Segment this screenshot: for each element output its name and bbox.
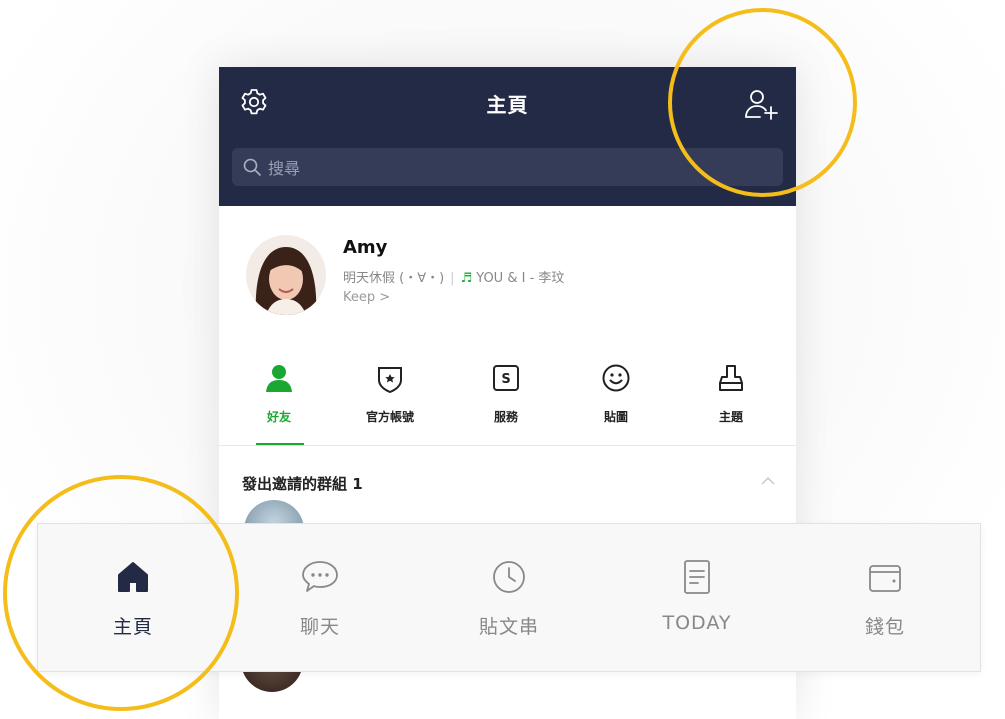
service-icon: S: [493, 365, 519, 391]
highlight-circle-add-friend: [668, 8, 857, 197]
friend-icon: [266, 365, 292, 392]
tab-services[interactable]: S 服務: [461, 359, 551, 445]
category-tabs: 好友 官方帳號 S 服務 貼圖 主題: [219, 359, 796, 446]
today-icon: [684, 560, 710, 594]
highlight-circle-home: [3, 475, 239, 711]
tab-stickers[interactable]: 貼圖: [571, 359, 661, 445]
chevron-up-icon[interactable]: [760, 475, 776, 487]
nav-label: 錢包: [864, 616, 905, 638]
tab-themes[interactable]: 主題: [686, 359, 776, 445]
wallet-icon: [869, 565, 901, 592]
tab-label: 主題: [718, 410, 743, 424]
tab-label: 好友: [266, 410, 291, 424]
nav-wallet[interactable]: 錢包: [815, 524, 955, 671]
tab-official-accounts[interactable]: 官方帳號: [345, 359, 435, 445]
tab-label: 官方帳號: [365, 410, 414, 424]
status-divider: |: [450, 271, 455, 286]
invited-groups-header[interactable]: 發出邀請的群組 1: [242, 473, 363, 494]
tab-label: 服務: [493, 410, 518, 424]
chat-icon: [302, 561, 338, 592]
search-icon: [243, 158, 261, 176]
nav-chats[interactable]: 聊天: [250, 524, 390, 671]
profile-status: 明天休假 (・∀・) | ♬ YOU & I - 李玟: [343, 267, 564, 286]
nav-today[interactable]: TODAY: [627, 524, 767, 671]
timeline-icon: [493, 561, 525, 593]
nav-label: 聊天: [299, 616, 340, 638]
theme-icon: [719, 365, 743, 391]
svg-text:S: S: [501, 372, 510, 387]
profile-name[interactable]: Amy: [343, 237, 387, 258]
music-note-icon: ♬: [460, 271, 473, 286]
profile-photo: [246, 235, 326, 315]
profile-music[interactable]: YOU & I - 李玟: [476, 271, 564, 286]
active-tab-indicator: [256, 443, 304, 445]
tab-label: 貼圖: [603, 410, 628, 424]
sticker-icon: [602, 364, 630, 392]
nav-label: 貼文串: [478, 616, 539, 638]
status-message: 明天休假 (・∀・): [343, 271, 445, 286]
official-account-icon: [378, 367, 402, 393]
keep-link[interactable]: Keep >: [343, 290, 390, 305]
nav-label: TODAY: [662, 612, 732, 634]
profile-avatar[interactable]: [246, 235, 326, 315]
nav-timeline[interactable]: 貼文串: [439, 524, 579, 671]
tab-friends[interactable]: 好友: [234, 359, 324, 445]
